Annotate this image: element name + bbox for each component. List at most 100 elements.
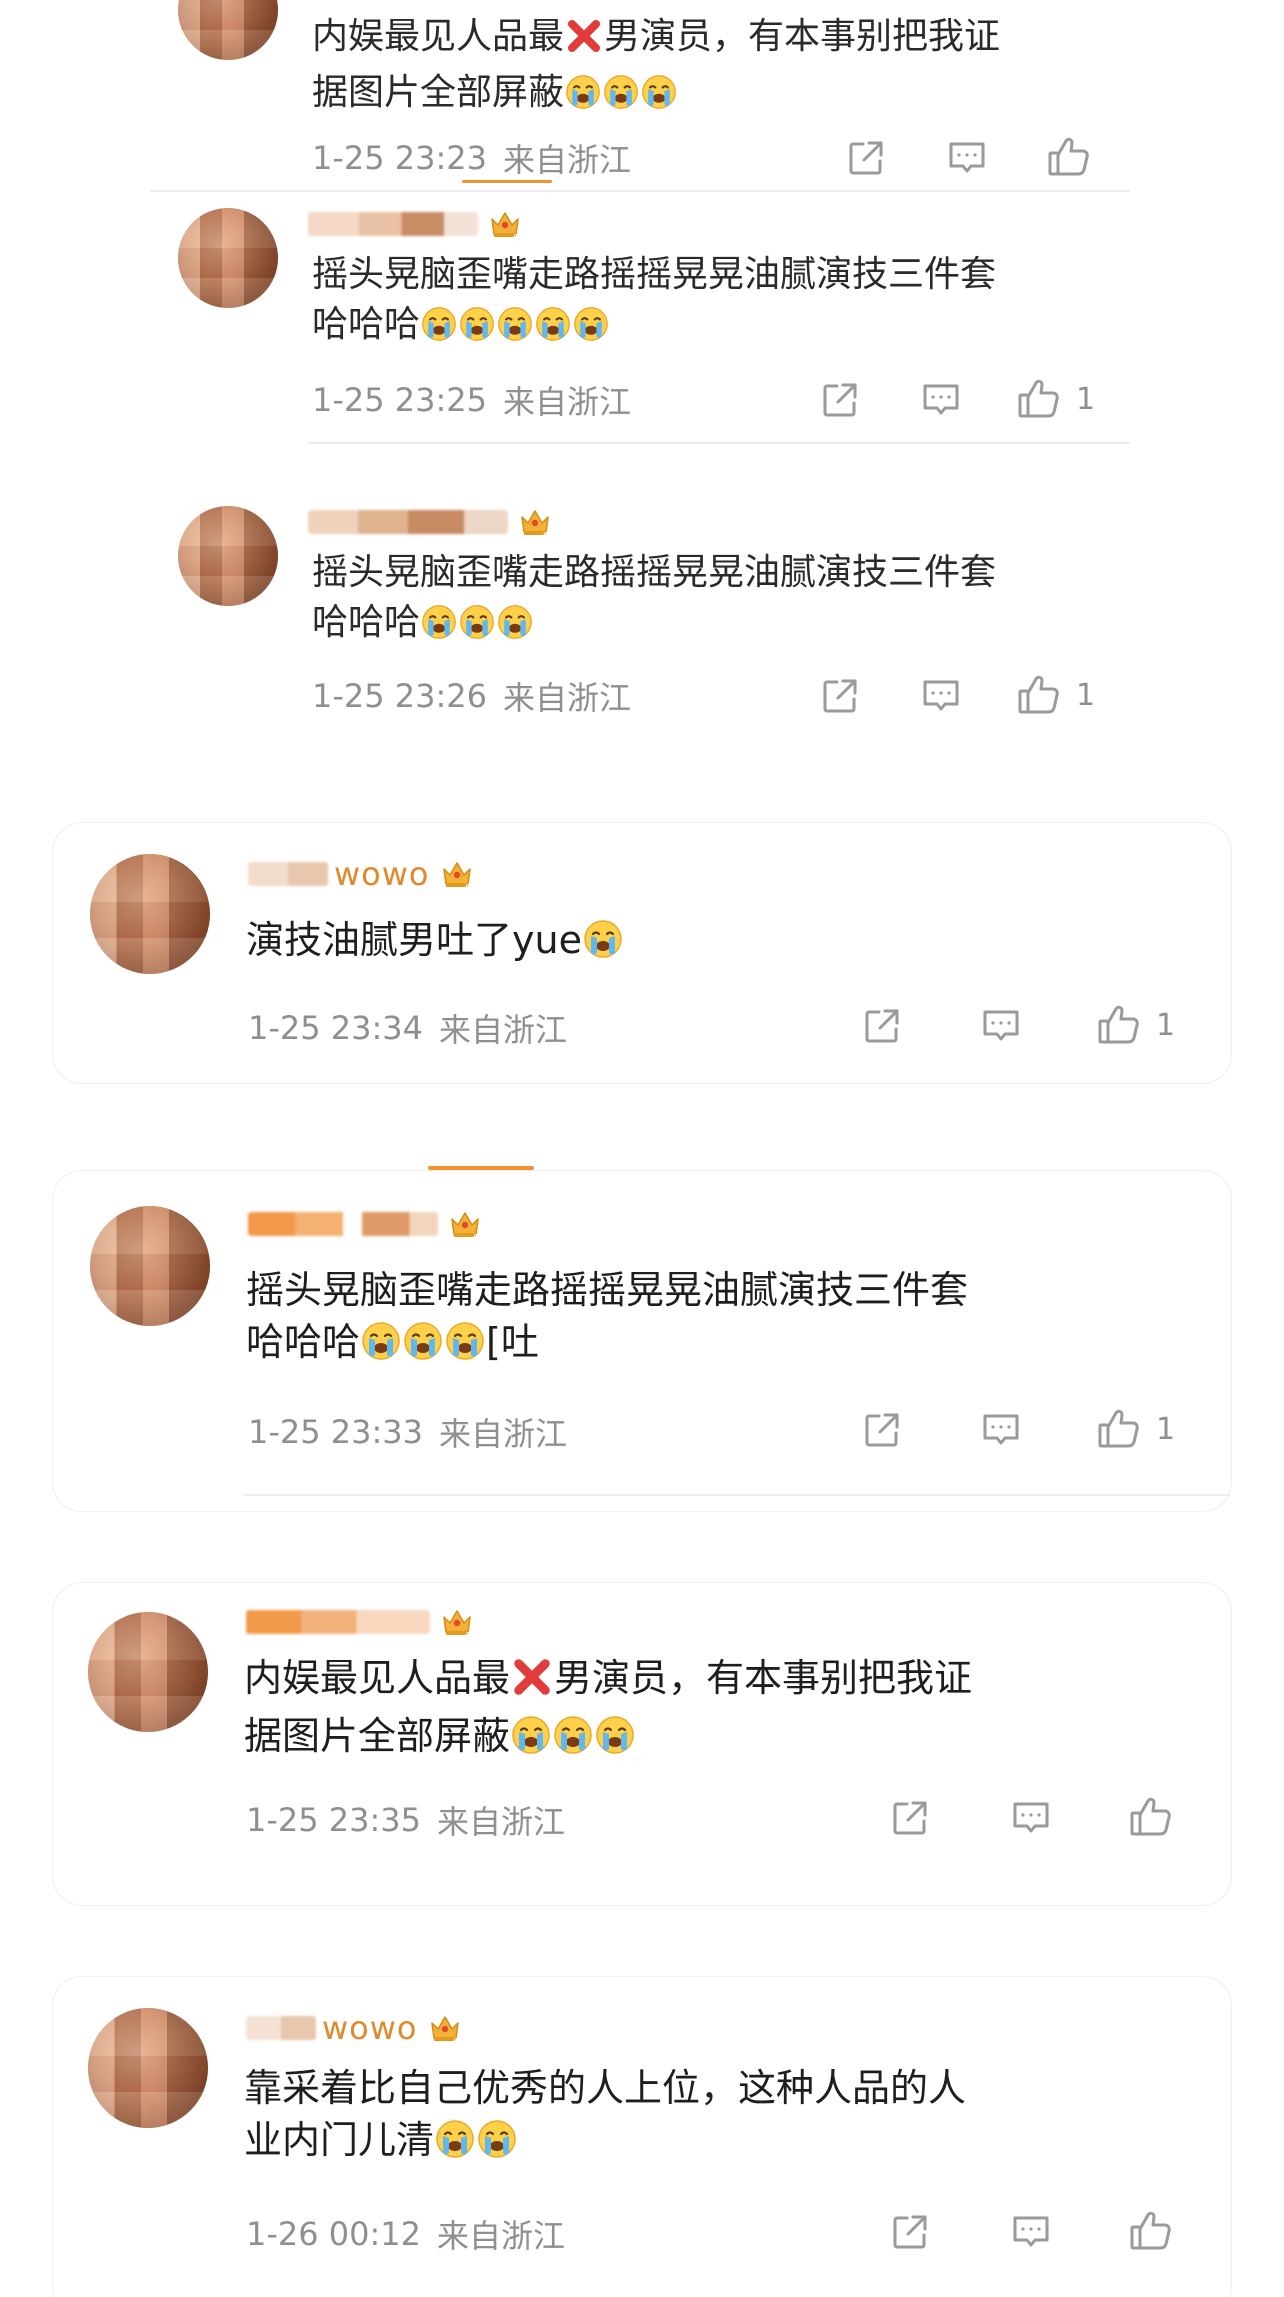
- location: 来自浙江: [437, 2217, 566, 2255]
- comment-meta: 1-25 23:23 来自浙江: [312, 136, 631, 180]
- avatar[interactable]: [90, 1206, 210, 1326]
- comment-button[interactable]: [980, 1410, 1022, 1450]
- comment-button[interactable]: [920, 380, 962, 420]
- like-button[interactable]: [1128, 2208, 1174, 2254]
- username-blurred: [246, 2016, 316, 2040]
- comment-item-1: 6 摇头晃脑歪嘴走路摇摇晃晃油腻演技三件套 哈哈哈 1-25 23:25 来自浙…: [0, 190, 1284, 470]
- like-button[interactable]: [1128, 1794, 1174, 1840]
- crown-badge-icon: 6: [428, 2011, 462, 2045]
- username[interactable]: wowo 6: [248, 852, 474, 896]
- avatar[interactable]: [178, 0, 278, 60]
- location: 来自浙江: [503, 679, 632, 717]
- timestamp: 1-25 23:23: [312, 139, 488, 177]
- like-button[interactable]: [1046, 134, 1092, 180]
- crying-face-emoji: [421, 306, 457, 356]
- comment-button[interactable]: [1010, 1798, 1052, 1838]
- comment-button[interactable]: [980, 1006, 1022, 1046]
- share-button[interactable]: [820, 380, 860, 420]
- emoji-group: [420, 602, 534, 643]
- crying-face-emoji: [595, 1715, 635, 1768]
- comment-icon: [980, 1410, 1022, 1450]
- like-button[interactable]: 1: [1016, 672, 1095, 718]
- crying-face-emoji: [403, 1321, 443, 1374]
- thumbs-up-icon: [1046, 134, 1092, 180]
- like-button[interactable]: 1: [1016, 376, 1095, 422]
- share-icon: [846, 138, 886, 178]
- like-button[interactable]: 1: [1096, 1002, 1175, 1048]
- svg-text:6: 6: [513, 233, 518, 241]
- crying-face-emoji: [583, 919, 623, 972]
- comment-button[interactable]: [946, 138, 988, 178]
- username-blurred: [248, 1212, 438, 1236]
- like-count: 1: [1076, 677, 1096, 713]
- share-button[interactable]: [890, 1798, 930, 1838]
- username[interactable]: wowo 6: [246, 2006, 462, 2050]
- crying-face-emoji: [497, 604, 533, 654]
- comment-item-4: 6 摇头晃脑歪嘴走路摇摇晃晃油腻演技三件套 哈哈哈 [吐 1-25 23:33 来…: [0, 1170, 1284, 1512]
- comment-meta: 1-26 00:12 来自浙江: [246, 2212, 565, 2256]
- crown-badge-icon: 6: [440, 857, 474, 891]
- crown-badge-icon: 6: [448, 1207, 482, 1241]
- divider: [244, 1494, 1230, 1496]
- share-button[interactable]: [862, 1410, 902, 1450]
- crying-face-emoji: [511, 1715, 551, 1768]
- svg-text:6: 6: [465, 883, 470, 891]
- share-icon: [890, 1798, 930, 1838]
- avatar[interactable]: [178, 208, 278, 308]
- share-button[interactable]: [846, 138, 886, 178]
- emoji-group: [510, 1714, 636, 1758]
- location: 来自浙江: [503, 383, 632, 421]
- share-button[interactable]: [862, 1006, 902, 1046]
- comment-button[interactable]: [1010, 2212, 1052, 2252]
- crying-face-emoji: [565, 74, 601, 124]
- emoji-group: [564, 72, 678, 113]
- svg-text:6: 6: [453, 2037, 458, 2045]
- share-icon: [890, 2212, 930, 2252]
- username[interactable]: 6: [246, 1600, 474, 1644]
- thumbs-up-icon: [1096, 1002, 1142, 1048]
- timestamp: 1-26 00:12: [246, 2215, 422, 2253]
- share-button[interactable]: [820, 676, 860, 716]
- comment-meta: 1-25 23:34 来自浙江: [248, 1006, 567, 1050]
- crying-face-emoji: [497, 306, 533, 356]
- username[interactable]: 6: [248, 1202, 482, 1246]
- emoji-group: [360, 1320, 486, 1364]
- timestamp: 1-25 23:25: [312, 381, 488, 419]
- crying-face-emoji: [435, 2119, 475, 2172]
- comment-item-5: 6 内娱最见人品最 男演员，有本事别把我证 据图片全部屏蔽 1-25 23:35 …: [0, 1582, 1284, 1906]
- comment-button[interactable]: [920, 676, 962, 716]
- crying-face-emoji: [361, 1321, 401, 1374]
- comment-text: 靠采着比自己优秀的人上位，这种人品的人 业内门儿清: [244, 2062, 966, 2172]
- svg-text:6: 6: [473, 1233, 478, 1241]
- avatar[interactable]: [178, 506, 278, 606]
- username-blurred: [308, 212, 478, 236]
- comment-text: 摇头晃脑歪嘴走路摇摇晃晃油腻演技三件套 哈哈哈: [312, 250, 996, 356]
- username[interactable]: 6: [308, 500, 552, 544]
- comment-icon: [920, 676, 962, 716]
- like-button[interactable]: 1: [1096, 1406, 1175, 1452]
- crying-face-emoji: [535, 306, 571, 356]
- comment-icon: [946, 138, 988, 178]
- location: 来自浙江: [439, 1011, 568, 1049]
- username[interactable]: 6: [308, 202, 522, 246]
- crown-badge-icon: 6: [518, 505, 552, 539]
- comment-item-2: 6 摇头晃脑歪嘴走路摇摇晃晃油腻演技三件套 哈哈哈 1-25 23:26 来自浙…: [0, 470, 1284, 750]
- thumbs-up-icon: [1128, 1794, 1174, 1840]
- timestamp: 1-25 23:34: [248, 1009, 424, 1047]
- like-count: 1: [1156, 1411, 1176, 1447]
- avatar[interactable]: [88, 1612, 208, 1732]
- avatar[interactable]: [88, 2008, 208, 2128]
- comment-icon: [980, 1006, 1022, 1046]
- username-blurred: [248, 862, 328, 886]
- scroll-indicator: [462, 180, 552, 183]
- red-cross-emoji: [512, 1657, 552, 1710]
- comment-text: 内娱最见人品最 男演员，有本事别把我证 据图片全部屏蔽: [244, 1652, 972, 1768]
- thumbs-up-icon: [1128, 2208, 1174, 2254]
- comment-item-0: 内娱最见人品最 男演员，有本事别把我证 据图片全部屏蔽 1-25 23:23 来自…: [0, 0, 1284, 192]
- svg-text:6: 6: [465, 1631, 470, 1639]
- avatar[interactable]: [90, 854, 210, 974]
- username-visible: wowo: [334, 855, 430, 893]
- divider: [308, 442, 1130, 444]
- share-button[interactable]: [890, 2212, 930, 2252]
- crying-face-emoji: [459, 306, 495, 356]
